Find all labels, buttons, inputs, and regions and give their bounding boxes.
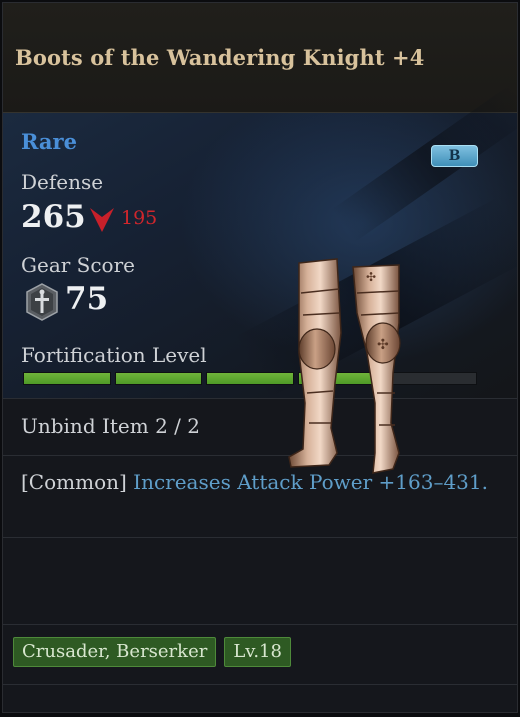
tags-row: Crusader, Berserker Lv.18 [3, 625, 517, 685]
defense-value: 265 [21, 199, 86, 235]
defense-label: Defense [21, 170, 104, 194]
unbind-info: Unbind Item 2 / 2 [3, 399, 517, 456]
tooltip-header: Boots of the Wandering Knight +4 [3, 3, 517, 113]
sword-shield-icon [26, 283, 58, 321]
level-tag: Lv.18 [224, 637, 291, 667]
gear-score-label: Gear Score [21, 253, 135, 277]
fortification-segment-filled [114, 372, 203, 385]
down-arrow-icon [90, 208, 114, 232]
defense-decrease-value: 195 [121, 207, 158, 229]
class-tag: Crusader, Berserker [13, 637, 217, 667]
item-stats-panel: Rare Defense 265 195 Gear Score 75 Forti… [3, 83, 517, 474]
svg-text:✣: ✣ [377, 337, 389, 353]
boots-image: ✣ ✣ [288, 258, 401, 474]
fortification-segment-filled [23, 372, 111, 385]
grade-badge: B [431, 145, 478, 167]
empty-section [3, 538, 517, 625]
gear-score-value: 75 [65, 281, 109, 317]
item-effect: [Common] Increases Attack Power +163–431… [3, 456, 517, 538]
item-tooltip: Boots of the Wandering Knight +4 Rare De… [2, 2, 518, 713]
fortification-label: Fortification Level [21, 343, 207, 367]
effect-tier: [Common] [21, 470, 134, 494]
item-name: Boots of the Wandering Knight +4 [15, 45, 425, 70]
item-rarity: Rare [21, 129, 77, 154]
svg-text:✣: ✣ [366, 270, 376, 284]
